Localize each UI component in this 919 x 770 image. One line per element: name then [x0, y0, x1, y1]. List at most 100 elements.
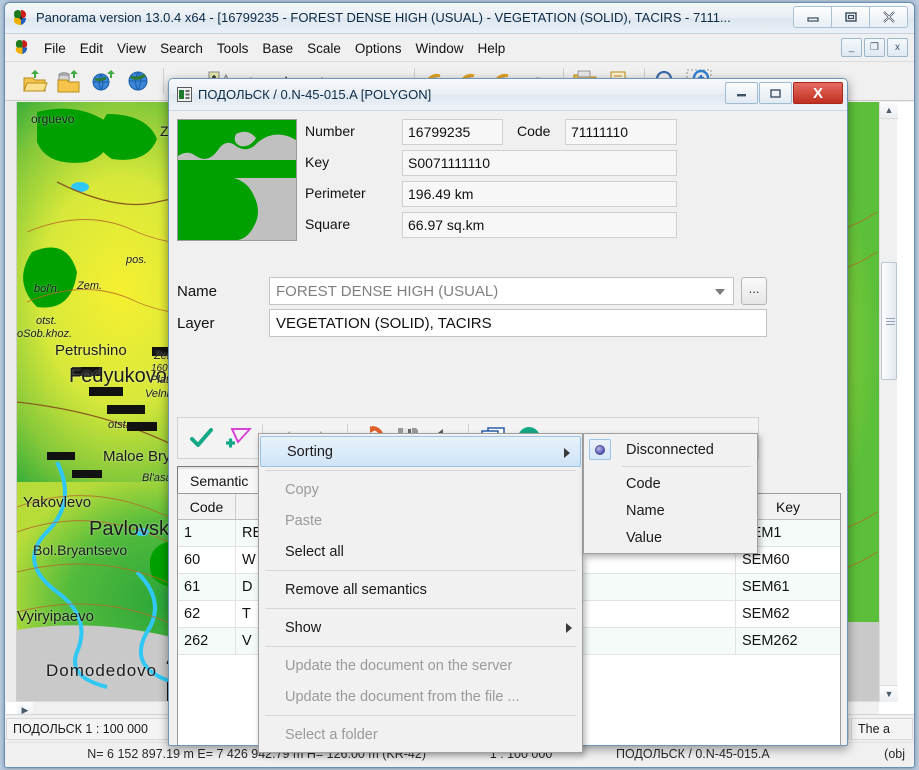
- chevron-right-icon: [564, 448, 570, 458]
- map-label: Domodedovo: [46, 661, 158, 680]
- cell-code: 262: [178, 628, 236, 654]
- square-field: 66.97 sq.km: [402, 212, 677, 238]
- dialog-maximize-icon[interactable]: [759, 82, 792, 104]
- cell-key: SEM62: [742, 606, 790, 622]
- close-icon[interactable]: [869, 6, 908, 28]
- globe-open-icon[interactable]: [89, 66, 119, 96]
- context-menu-item-paste: Paste: [259, 505, 582, 536]
- menu-base[interactable]: Base: [255, 37, 300, 60]
- open-data-icon[interactable]: [55, 66, 85, 96]
- context-menu-item-show[interactable]: Show: [259, 612, 582, 643]
- map-label: oSob.khoz.: [17, 328, 73, 340]
- menu-help[interactable]: Help: [470, 37, 512, 60]
- name-combo[interactable]: FOREST DENSE HIGH (USUAL): [269, 277, 734, 305]
- tab-semantic[interactable]: Semantic: [177, 466, 262, 494]
- code-field[interactable]: 71111110: [565, 119, 677, 145]
- chevron-down-icon: [715, 289, 725, 295]
- menubar: File Edit View Search Tools Base Scale O…: [5, 34, 914, 62]
- menu-tools[interactable]: Tools: [210, 37, 256, 60]
- cell-code: 60: [178, 547, 236, 573]
- menu-options[interactable]: Options: [348, 37, 409, 60]
- dialog-minimize-icon[interactable]: [725, 82, 758, 104]
- globe-icon[interactable]: [123, 66, 153, 96]
- menu-edit[interactable]: Edit: [73, 37, 110, 60]
- open-folder-icon[interactable]: [21, 66, 51, 96]
- name-browse-button[interactable]: ...: [741, 277, 767, 305]
- name-row: Name FOREST DENSE HIGH (USUAL) ...: [177, 277, 767, 307]
- status-sheet: ПОДОЛЬСК / 0.N-45-015.A: [616, 746, 770, 761]
- apply-check-icon[interactable]: [184, 421, 220, 455]
- scroll-up-icon[interactable]: ▲: [880, 102, 898, 119]
- menu-separator: [265, 646, 576, 647]
- info-row-perimeter: Perimeter 196.49 km: [305, 181, 677, 209]
- context-menu-label: Update the document from the file ...: [285, 688, 520, 705]
- submenu-label: Disconnected: [626, 441, 714, 458]
- main-titlebar: Panorama version 13.0.4 x64 - [16799235 …: [5, 3, 914, 34]
- context-menu-label: Select all: [285, 543, 344, 560]
- window-controls: [793, 6, 908, 28]
- dialog-right-filler: [681, 119, 841, 395]
- name-label: Name: [177, 283, 218, 300]
- scroll-down-icon[interactable]: ▼: [880, 685, 898, 702]
- column-header-code[interactable]: Code: [178, 494, 236, 519]
- map-label: otst.: [108, 419, 129, 431]
- submenu-item-disconnected[interactable]: Disconnected: [584, 436, 757, 463]
- map-label: otst.: [36, 315, 57, 327]
- context-menu-item-sorting[interactable]: Sorting: [260, 436, 581, 467]
- context-menu-item-select-a-folder: Select a folder: [259, 719, 582, 750]
- menu-window[interactable]: Window: [408, 37, 470, 60]
- cell-key: SEM61: [742, 579, 790, 595]
- map-label: Yakovlevo: [23, 494, 92, 511]
- info-row-key: Key S0071111110: [305, 150, 677, 178]
- submenu-item-value[interactable]: Value: [584, 524, 757, 551]
- cell-code: 62: [178, 601, 236, 627]
- context-menu-item-copy: Copy: [259, 474, 582, 505]
- map-label: orguevo: [31, 112, 75, 126]
- cell-key: SEM262: [742, 633, 798, 649]
- menu-items: File Edit View Search Tools Base Scale O…: [37, 34, 512, 62]
- cell-code: 1: [178, 520, 236, 546]
- submenu-label: Code: [626, 475, 661, 492]
- context-menu-label: Paste: [285, 512, 323, 529]
- context-menu-item-update-document-file: Update the document from the file ...: [259, 681, 582, 712]
- map-ruler: [6, 102, 17, 702]
- mdi-restore-icon[interactable]: ❐: [864, 38, 885, 57]
- radio-selected-icon: [595, 445, 605, 455]
- menu-file[interactable]: File: [37, 37, 73, 60]
- map-label: Zem.: [77, 280, 103, 292]
- dialog-window-controls: X: [724, 82, 843, 104]
- cell-code: 61: [178, 574, 236, 600]
- mdi-minimize-icon[interactable]: _: [841, 38, 862, 57]
- context-menu-item-remove-all-semantics[interactable]: Remove all semantics: [259, 574, 582, 605]
- scrollbar-thumb[interactable]: [881, 262, 897, 380]
- map-vertical-scrollbar[interactable]: ▲ ▼: [879, 102, 898, 702]
- mdi-window-controls: _ ❐ x: [839, 38, 908, 57]
- context-menu-item-select-all[interactable]: Select all: [259, 536, 582, 567]
- perimeter-label: Perimeter: [305, 185, 366, 201]
- menu-search[interactable]: Search: [153, 37, 210, 60]
- map-label: Vyiryipaevo: [17, 608, 94, 625]
- dialog-close-icon[interactable]: X: [793, 82, 843, 104]
- menu-view[interactable]: View: [110, 37, 153, 60]
- map-label: Bol.Bryantsevo: [33, 542, 128, 558]
- key-label: Key: [305, 154, 330, 170]
- context-menu[interactable]: Sorting Copy Paste Select all Remove all…: [258, 433, 583, 753]
- context-menu-label: Copy: [285, 481, 319, 498]
- context-submenu-sorting[interactable]: Disconnected Code Name Value: [583, 433, 758, 554]
- minimize-icon[interactable]: [793, 6, 832, 28]
- toolbar-separator: [163, 68, 164, 94]
- menu-scale[interactable]: Scale: [300, 37, 348, 60]
- add-object-icon[interactable]: [220, 421, 256, 455]
- chevron-right-icon: [566, 623, 572, 633]
- dialog-titlebar: ПОДОЛЬСК / 0.N-45-015.A [POLYGON] X: [169, 79, 847, 111]
- menu-separator: [265, 470, 576, 471]
- main-window-title: Panorama version 13.0.4 x64 - [16799235 …: [36, 10, 731, 25]
- map-label: pos.: [126, 254, 147, 266]
- polygon-preview: [177, 119, 297, 241]
- number-field[interactable]: 16799235: [402, 119, 503, 145]
- maximize-icon[interactable]: [831, 6, 870, 28]
- submenu-item-code[interactable]: Code: [584, 470, 757, 497]
- submenu-item-name[interactable]: Name: [584, 497, 757, 524]
- key-field[interactable]: S0071111110: [402, 150, 677, 176]
- mdi-close-icon[interactable]: x: [887, 38, 908, 57]
